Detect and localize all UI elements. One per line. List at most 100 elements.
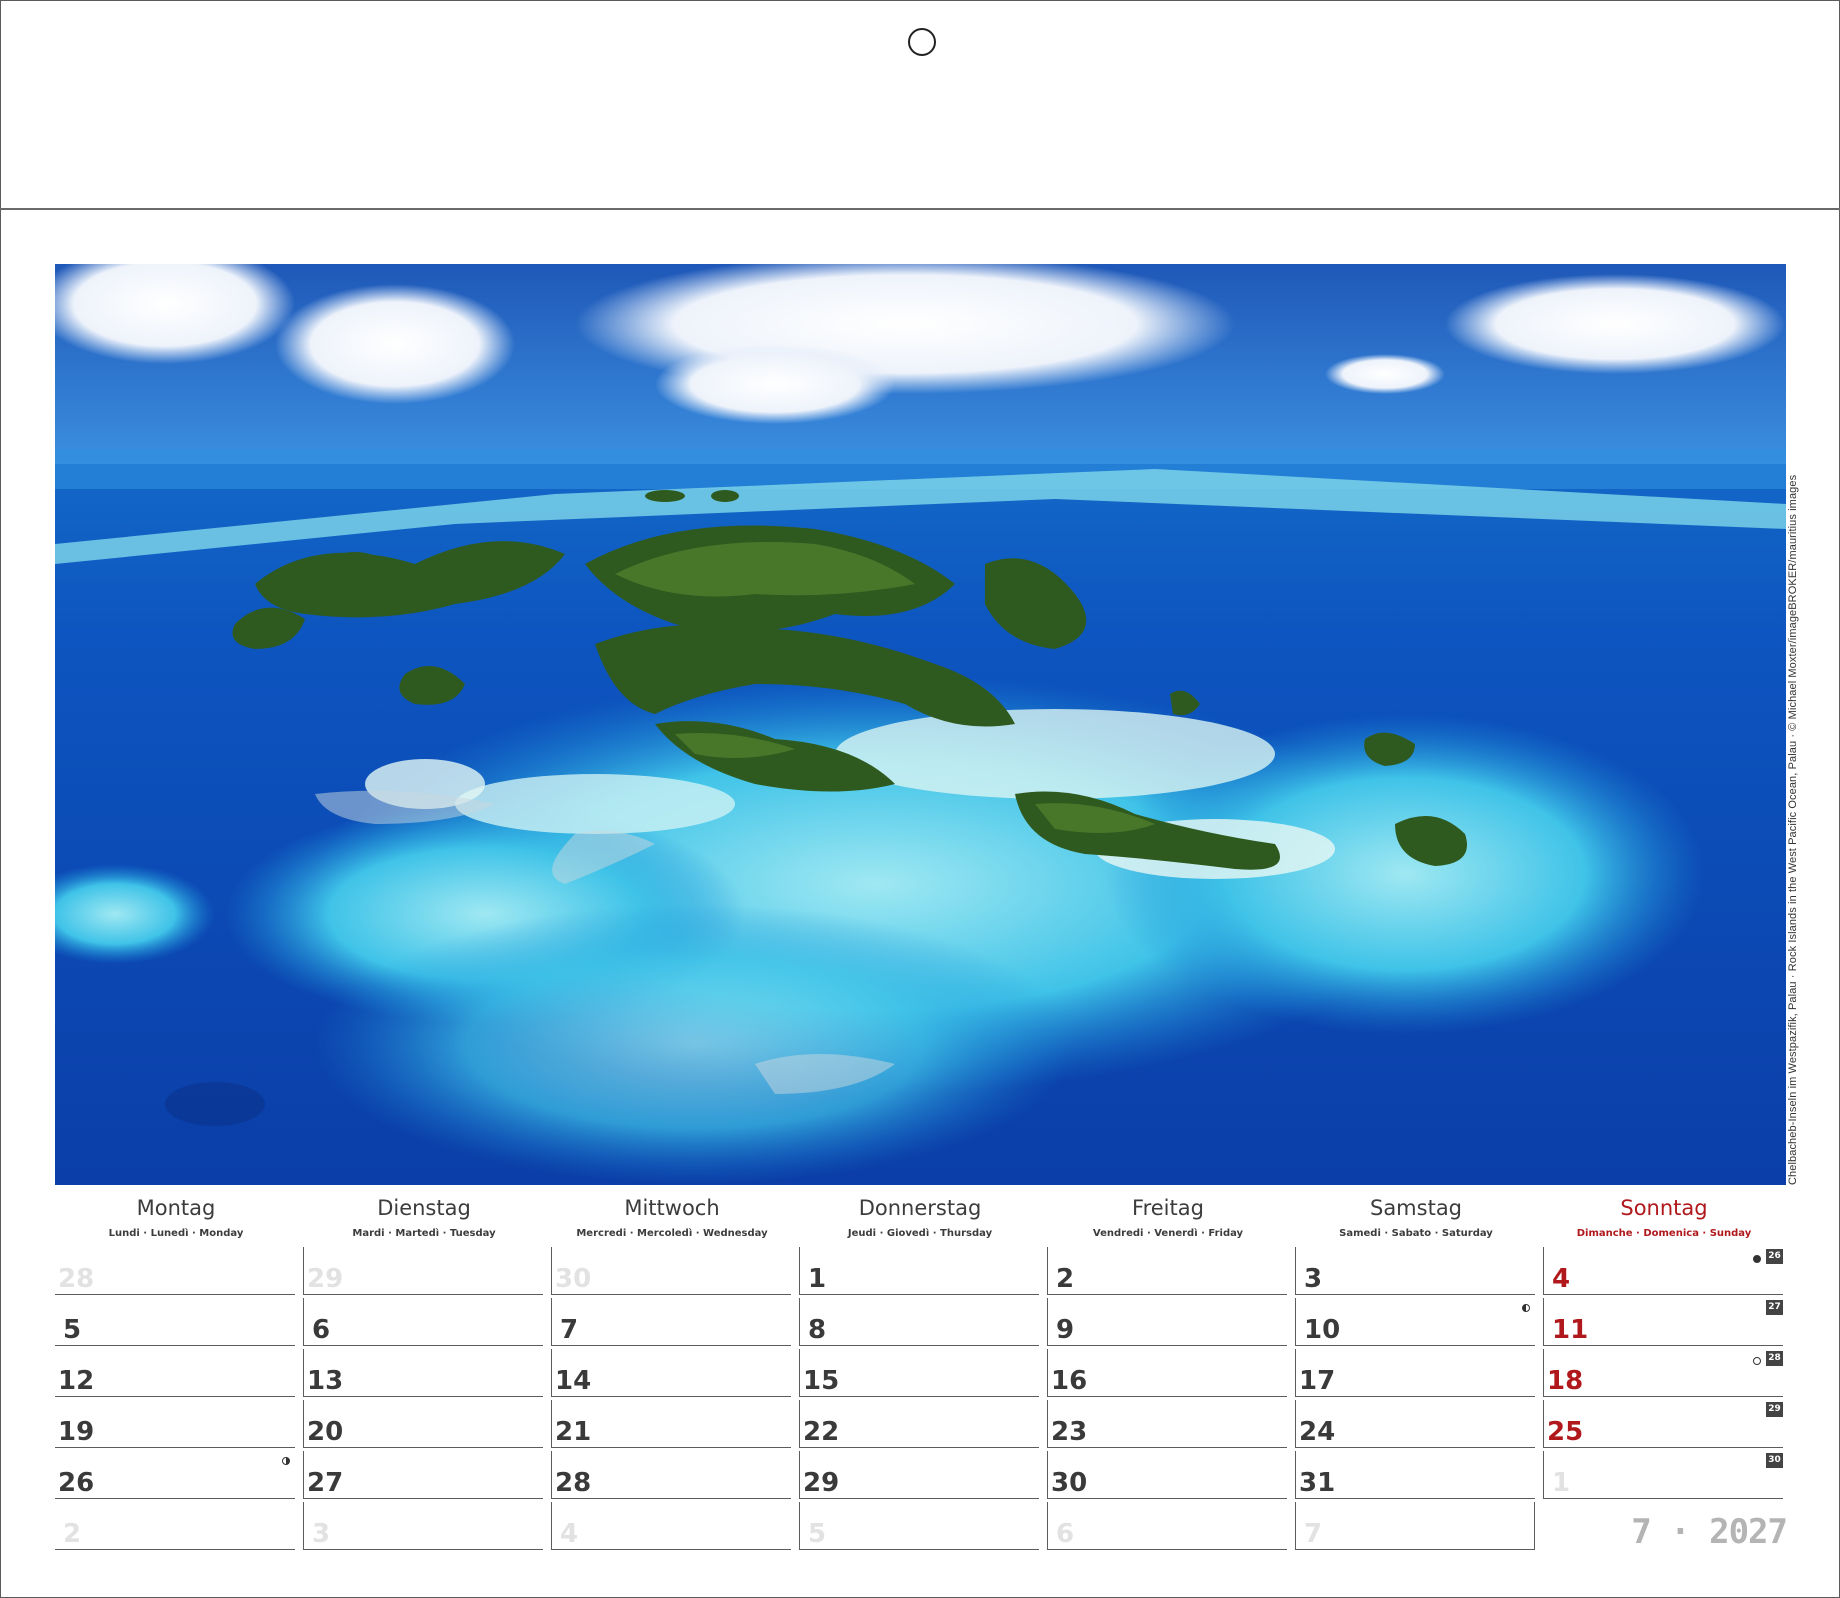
day-cell: 7: [1295, 1502, 1535, 1550]
day-number: 24: [1299, 1417, 1336, 1447]
day-cell: 1 30: [1543, 1451, 1783, 1499]
day-number: 20: [307, 1417, 344, 1447]
day-number: 29: [307, 1264, 344, 1294]
day-number: 18: [1547, 1366, 1584, 1396]
week-number-badge: 30: [1766, 1453, 1783, 1468]
day-cell: 4: [551, 1502, 791, 1550]
weekday-name: Freitag: [1132, 1196, 1204, 1220]
day-number: 28: [555, 1468, 592, 1498]
day-cell: 28: [551, 1451, 791, 1499]
day-number: 5: [808, 1519, 827, 1549]
day-cell: 28: [55, 1247, 295, 1295]
day-number: 1: [1552, 1468, 1571, 1498]
day-cell: 31: [1295, 1451, 1535, 1499]
weekday-name: Montag: [136, 1196, 216, 1220]
day-number: 7: [560, 1315, 579, 1345]
day-cell: 25 29: [1543, 1400, 1783, 1448]
weekday-header-friday: Freitag Vendredi · Venerdì · Friday: [1048, 1196, 1288, 1239]
day-cell: 12: [55, 1349, 295, 1397]
day-cell: 5: [55, 1298, 295, 1346]
day-cell: 27: [303, 1451, 543, 1499]
weekday-name: Mittwoch: [624, 1196, 720, 1220]
day-cell: 26: [55, 1451, 295, 1499]
week-number-badge: 29: [1766, 1402, 1783, 1417]
day-number: 2: [63, 1519, 82, 1549]
day-cell: 3: [303, 1502, 543, 1550]
weekday-translations: Lundi · Lunedì · Monday: [108, 1228, 244, 1239]
day-number: 10: [1304, 1315, 1341, 1345]
month-year-label: 7 · 2027: [1631, 1512, 1788, 1552]
weekday-header-saturday: Samstag Samedi · Sabato · Saturday: [1296, 1196, 1536, 1239]
day-number: 28: [58, 1264, 95, 1294]
day-cell: 2: [55, 1502, 295, 1550]
aerial-photo-rock-islands: [55, 264, 1786, 1185]
weekday-translations: Samedi · Sabato · Saturday: [1339, 1228, 1493, 1239]
day-number: 6: [1056, 1519, 1075, 1549]
day-cell: 6: [1047, 1502, 1287, 1550]
weekday-header-wednesday: Mittwoch Mercredi · Mercoledì · Wednesda…: [552, 1196, 792, 1239]
day-cell: 17: [1295, 1349, 1535, 1397]
week-number-badge: 26: [1766, 1249, 1783, 1264]
day-cell: 1: [799, 1247, 1039, 1295]
day-number: 22: [803, 1417, 840, 1447]
full-moon-icon: [1753, 1357, 1761, 1365]
day-number: 17: [1299, 1366, 1336, 1396]
first-quarter-moon-icon: [1522, 1304, 1530, 1312]
weekday-name: Samstag: [1369, 1196, 1463, 1220]
week-number-badge: 28: [1766, 1351, 1783, 1366]
day-number: 15: [803, 1366, 840, 1396]
day-number: 4: [1552, 1264, 1571, 1294]
day-number: 8: [808, 1315, 827, 1345]
hanger-panel: [0, 0, 1840, 210]
day-cell: 10: [1295, 1298, 1535, 1346]
weekday-translations: Vendredi · Venerdì · Friday: [1092, 1228, 1244, 1239]
weekday-header-sunday: Sonntag Dimanche · Domenica · Sunday: [1544, 1196, 1784, 1239]
day-number: 6: [312, 1315, 331, 1345]
day-number: 27: [307, 1468, 344, 1498]
day-number: 3: [1304, 1264, 1323, 1294]
day-number: 12: [58, 1366, 95, 1396]
day-cell: 14: [551, 1349, 791, 1397]
day-number: 23: [1051, 1417, 1088, 1447]
weekday-translations: Jeudi · Giovedì · Thursday: [847, 1228, 993, 1239]
day-number: 31: [1299, 1468, 1336, 1498]
weekday-header-tuesday: Dienstag Mardi · Martedì · Tuesday: [304, 1196, 544, 1239]
day-cell: 5: [799, 1502, 1039, 1550]
day-cell: 13: [303, 1349, 543, 1397]
weekday-header-thursday: Donnerstag Jeudi · Giovedì · Thursday: [800, 1196, 1040, 1239]
day-cell: 11 27: [1543, 1298, 1783, 1346]
day-number: 26: [58, 1468, 95, 1498]
day-cell: 4 26: [1543, 1247, 1783, 1295]
day-cell: 24: [1295, 1400, 1535, 1448]
day-number: 25: [1547, 1417, 1584, 1447]
day-cell: 15: [799, 1349, 1039, 1397]
day-cell: 18 28: [1543, 1349, 1783, 1397]
day-number: 11: [1552, 1315, 1589, 1345]
hanging-hole: [908, 28, 936, 56]
weekday-translations: Dimanche · Domenica · Sunday: [1576, 1228, 1752, 1239]
day-cell: 23: [1047, 1400, 1287, 1448]
month-photo: [55, 264, 1786, 1185]
day-cell: 30: [1047, 1451, 1287, 1499]
day-number: 30: [555, 1264, 592, 1294]
day-cell: 7: [551, 1298, 791, 1346]
day-number: 3: [312, 1519, 331, 1549]
day-cell: 30: [551, 1247, 791, 1295]
day-number: 9: [1056, 1315, 1075, 1345]
weekday-header-monday: Montag Lundi · Lunedì · Monday: [56, 1196, 296, 1239]
day-number: 30: [1051, 1468, 1088, 1498]
day-cell: 20: [303, 1400, 543, 1448]
last-quarter-moon-icon: [282, 1457, 290, 1465]
weekday-translations: Mercredi · Mercoledì · Wednesday: [576, 1228, 768, 1239]
photo-credit: Chelbacheb-Inseln im Westpazifik, Palau …: [1787, 474, 1799, 1185]
day-cell: 9: [1047, 1298, 1287, 1346]
day-cell: 22: [799, 1400, 1039, 1448]
day-cell: 6: [303, 1298, 543, 1346]
weekday-translations: Mardi · Martedì · Tuesday: [352, 1228, 496, 1239]
day-number: 16: [1051, 1366, 1088, 1396]
day-number: 5: [63, 1315, 82, 1345]
day-cell: 19: [55, 1400, 295, 1448]
day-number: 4: [560, 1519, 579, 1549]
day-number: 2: [1056, 1264, 1075, 1294]
day-cell: 21: [551, 1400, 791, 1448]
